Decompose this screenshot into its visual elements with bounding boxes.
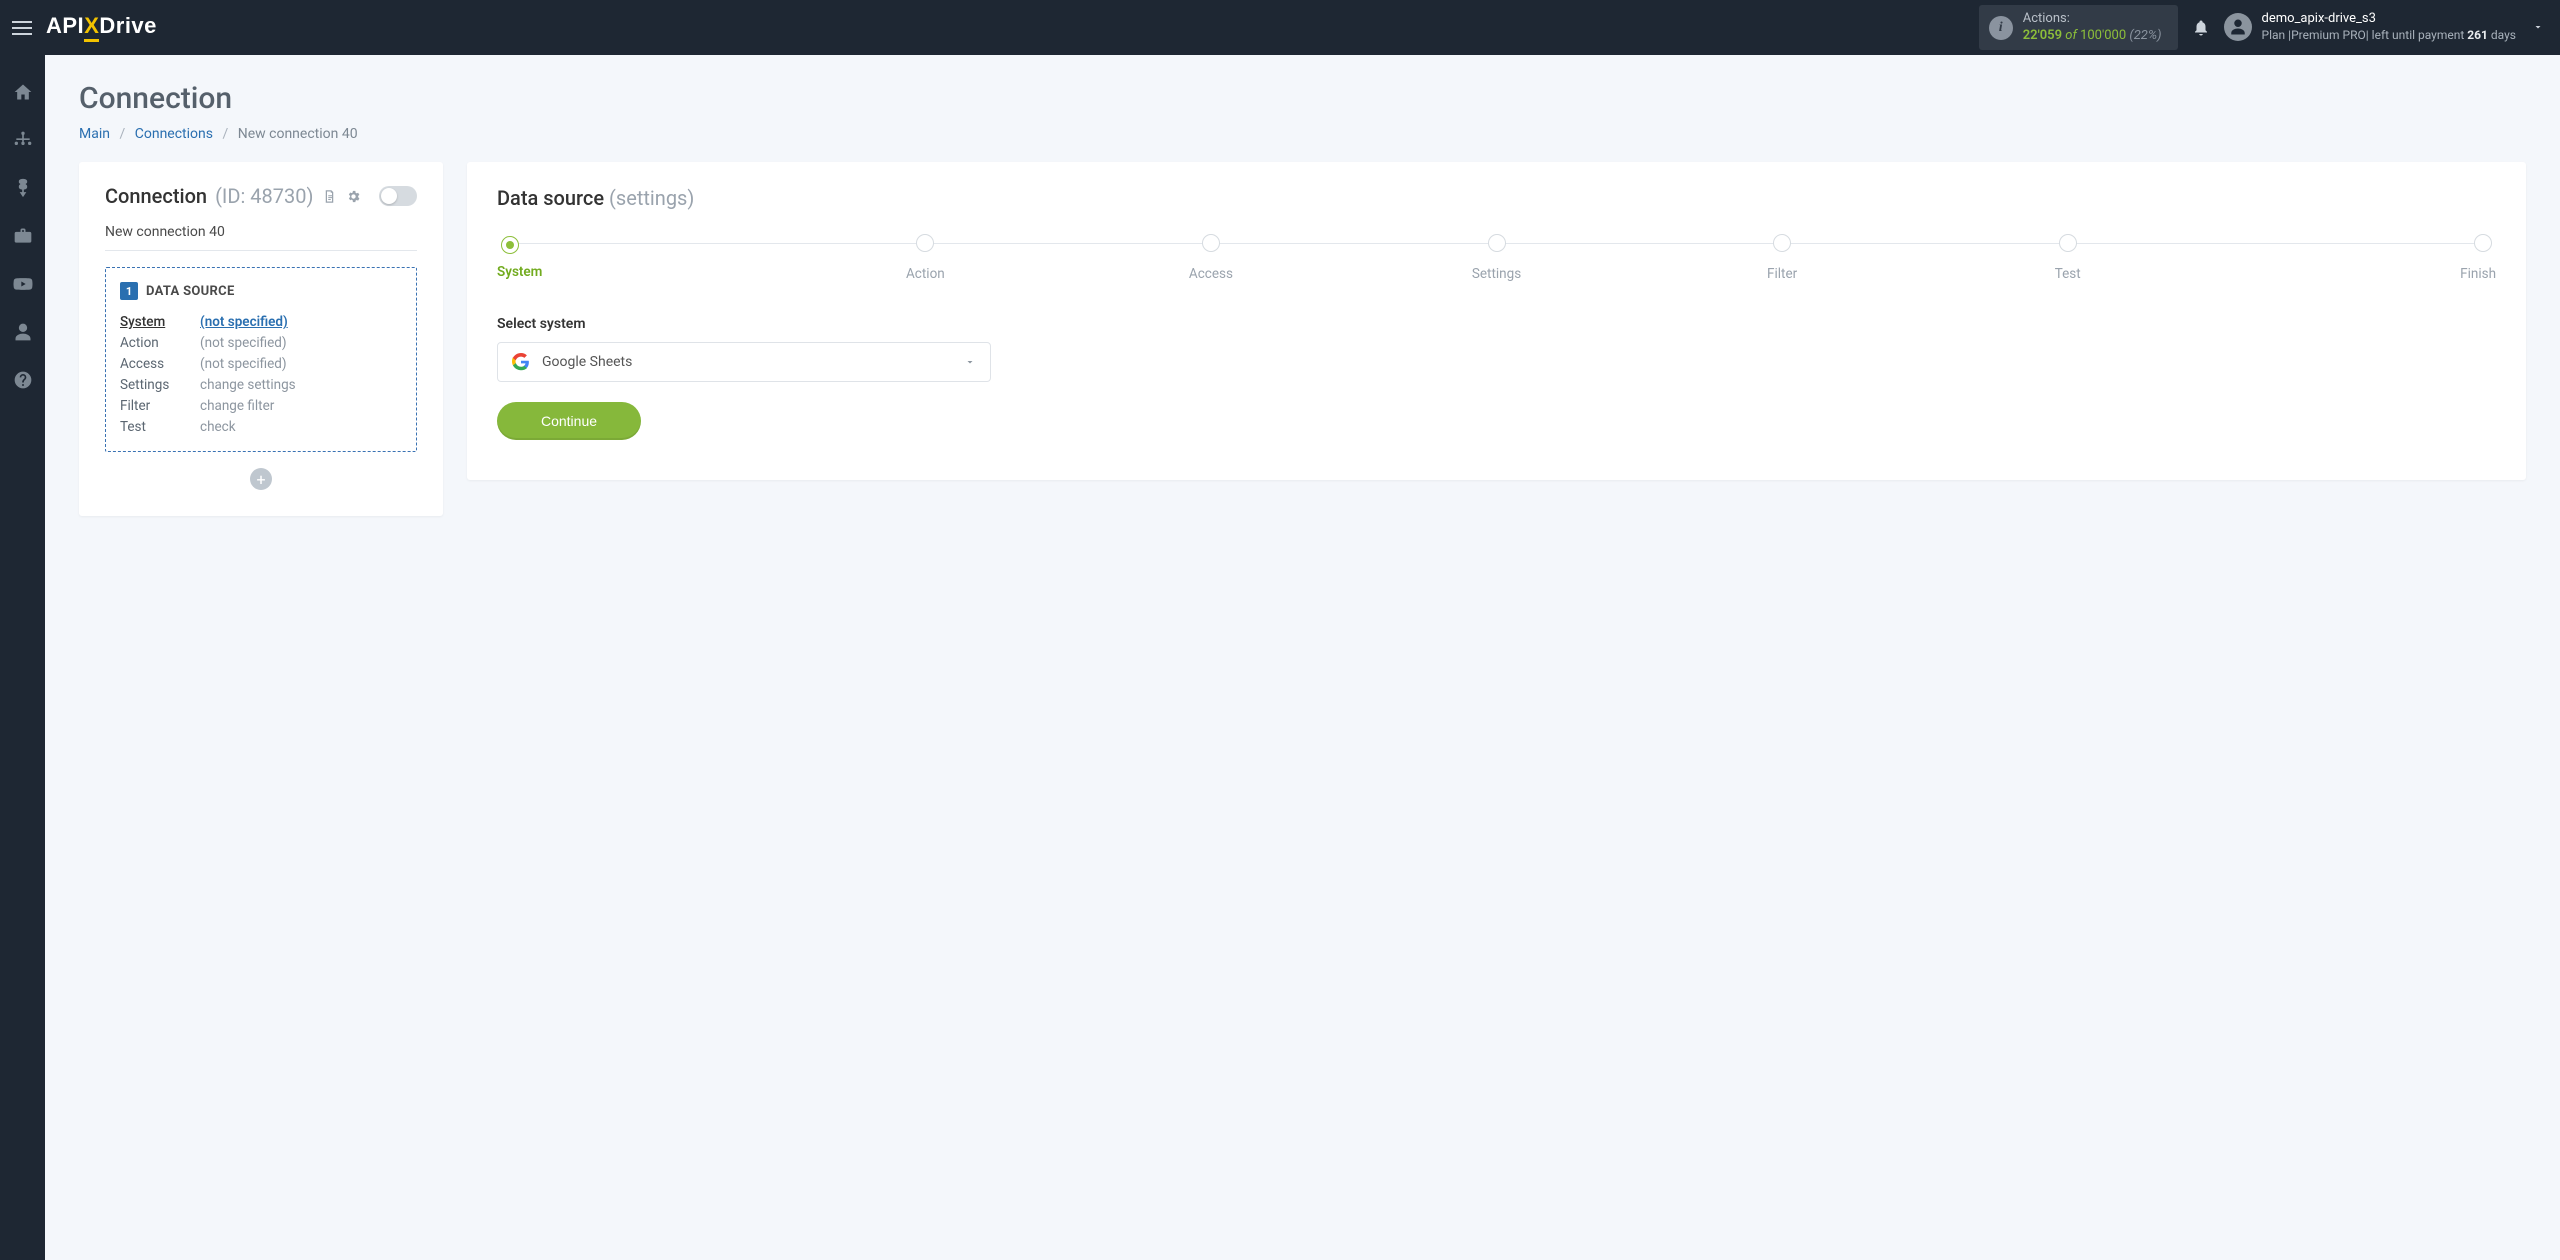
menu-toggle-button[interactable] xyxy=(8,14,36,42)
data-source-box: 1 DATA SOURCE System(not specified)Actio… xyxy=(105,267,417,452)
step-label: Settings xyxy=(1354,266,1640,282)
ds-row-label: Filter xyxy=(120,398,200,414)
connection-id: (ID: 48730) xyxy=(215,184,313,208)
settings-subtitle: (settings) xyxy=(609,186,694,210)
step-access[interactable]: Access xyxy=(1068,234,1354,282)
info-icon: i xyxy=(1989,16,2013,40)
user-menu[interactable]: demo_apix-drive_s3 Plan |Premium PRO| le… xyxy=(2224,11,2544,43)
step-label: System xyxy=(497,264,783,280)
nav-tools[interactable] xyxy=(10,223,36,249)
breadcrumb-connections[interactable]: Connections xyxy=(135,126,213,142)
actions-of: of xyxy=(2065,28,2077,43)
ds-row-value: (not specified) xyxy=(200,335,402,351)
select-system-value: Google Sheets xyxy=(542,354,632,370)
actions-used: 22'059 xyxy=(2023,28,2062,43)
notes-icon[interactable] xyxy=(321,188,337,204)
nav-video[interactable] xyxy=(10,271,36,297)
ds-row-value: check xyxy=(200,419,402,435)
user-name: demo_apix-drive_s3 xyxy=(2262,11,2516,28)
ds-row-label: Settings xyxy=(120,377,200,393)
step-label: Action xyxy=(783,266,1069,282)
settings-title: Data source xyxy=(497,186,604,210)
ds-row-value: change settings xyxy=(200,377,402,393)
nav-help[interactable] xyxy=(10,367,36,393)
step-dot xyxy=(916,234,934,252)
gear-icon[interactable] xyxy=(345,188,361,204)
select-system-dropdown[interactable]: Google Sheets xyxy=(497,342,991,382)
nav-connections[interactable] xyxy=(10,127,36,153)
ds-row-label: Action xyxy=(120,335,200,351)
step-dot xyxy=(501,236,519,254)
sidebar xyxy=(0,55,45,1260)
step-filter[interactable]: Filter xyxy=(1639,234,1925,282)
step-action[interactable]: Action xyxy=(783,234,1069,282)
connection-name: New connection 40 xyxy=(105,224,417,251)
step-label: Filter xyxy=(1639,266,1925,282)
connection-toggle[interactable] xyxy=(379,186,417,206)
step-label: Test xyxy=(1925,266,2211,282)
step-dot xyxy=(1773,234,1791,252)
ds-row-value: change filter xyxy=(200,398,402,414)
continue-button[interactable]: Continue xyxy=(497,402,641,440)
step-settings[interactable]: Settings xyxy=(1354,234,1640,282)
connection-card-title: Connection xyxy=(105,184,207,208)
connection-card: Connection (ID: 48730) New connection 40… xyxy=(79,162,443,516)
step-dot xyxy=(2059,234,2077,252)
step-dot xyxy=(2474,234,2492,252)
nav-account[interactable] xyxy=(10,319,36,345)
breadcrumb-current: New connection 40 xyxy=(238,126,358,142)
chevron-down-icon xyxy=(2532,18,2544,37)
step-label: Access xyxy=(1068,266,1354,282)
notifications-icon[interactable] xyxy=(2192,19,2210,37)
step-test[interactable]: Test xyxy=(1925,234,2211,282)
ds-row-value[interactable]: (not specified) xyxy=(200,314,402,330)
main-content: Connection Main / Connections / New conn… xyxy=(45,55,2560,1260)
select-system-label: Select system xyxy=(497,316,2496,332)
data-source-title: DATA SOURCE xyxy=(146,284,235,299)
actions-total: 100'000 xyxy=(2080,28,2126,43)
step-label: Finish xyxy=(2210,266,2496,282)
chevron-down-icon xyxy=(964,353,976,372)
stepper: SystemActionAccessSettingsFilterTestFini… xyxy=(497,234,2496,282)
nav-billing[interactable] xyxy=(10,175,36,201)
step-system[interactable]: System xyxy=(497,234,783,280)
ds-row-label: Access xyxy=(120,356,200,372)
breadcrumb-main[interactable]: Main xyxy=(79,126,110,142)
data-source-step-num: 1 xyxy=(120,282,138,300)
avatar-icon xyxy=(2224,13,2252,41)
ds-row-label: Test xyxy=(120,419,200,435)
nav-home[interactable] xyxy=(10,79,36,105)
actions-percent: (22%) xyxy=(2129,28,2161,43)
step-dot xyxy=(1202,234,1220,252)
google-icon xyxy=(512,353,530,371)
user-plan: Plan |Premium PRO| left until payment 26… xyxy=(2262,28,2516,44)
logo[interactable]: APIXDrive xyxy=(46,13,157,42)
actions-counter[interactable]: i Actions: 22'059 of 100'000 (22%) xyxy=(1979,5,2178,50)
actions-label: Actions: xyxy=(2023,11,2162,27)
settings-card: Data source (settings) SystemActionAcces… xyxy=(467,162,2526,480)
add-destination-button[interactable]: + xyxy=(250,468,272,490)
ds-row-value: (not specified) xyxy=(200,356,402,372)
ds-row-label[interactable]: System xyxy=(120,314,200,330)
breadcrumb: Main / Connections / New connection 40 xyxy=(79,126,2526,142)
topbar: APIXDrive i Actions: 22'059 of 100'000 (… xyxy=(0,0,2560,55)
step-finish[interactable]: Finish xyxy=(2210,234,2496,282)
page-title: Connection xyxy=(79,81,2526,116)
step-dot xyxy=(1488,234,1506,252)
